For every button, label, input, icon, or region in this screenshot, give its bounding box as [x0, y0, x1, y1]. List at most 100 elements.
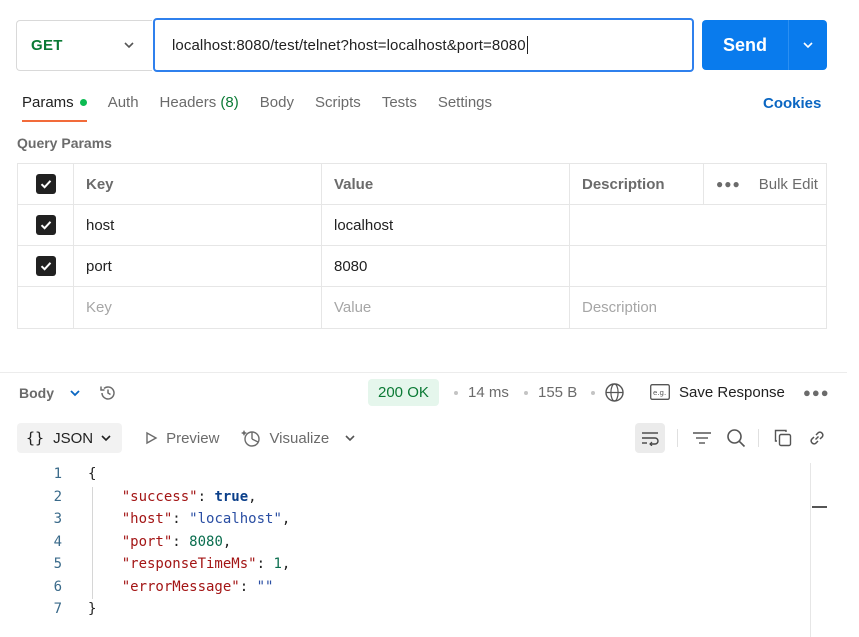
query-params-table: Key Value Description ●●● Bulk Edit host … — [17, 163, 827, 329]
toolbar-separator — [677, 429, 678, 447]
separator-dot — [524, 391, 528, 395]
url-text: localhost:8080/test/telnet?host=localhos… — [172, 36, 526, 54]
row-checkbox-cell — [18, 287, 74, 328]
param-value-cell[interactable]: 8080 — [322, 246, 570, 286]
link-icon — [810, 431, 824, 445]
code-source: "success": true, — [88, 486, 257, 509]
tab-label: Auth — [107, 94, 139, 111]
tab-scripts[interactable]: Scripts — [315, 90, 361, 122]
code-line: 4 "port": 8080, — [0, 531, 810, 554]
column-header-key: Key — [74, 164, 322, 204]
scrollbar-track[interactable] — [810, 463, 827, 637]
status-badge[interactable]: 200 OK — [368, 379, 439, 406]
param-key-cell[interactable]: host — [74, 205, 322, 245]
tab-headers[interactable]: Headers (8) — [160, 90, 239, 122]
code-source: "errorMessage": "" — [88, 576, 274, 599]
param-description-cell[interactable] — [570, 246, 826, 286]
more-icon: ●●● — [716, 177, 741, 191]
new-key-input[interactable]: Key — [74, 287, 322, 328]
json-colon: : — [172, 533, 190, 550]
chevron-down-icon[interactable] — [68, 386, 82, 400]
url-input[interactable]: localhost:8080/test/telnet?host=localhos… — [153, 18, 694, 72]
tab-params[interactable]: Params — [22, 90, 87, 122]
visualize-button[interactable]: Visualize — [241, 428, 329, 448]
select-all-checkbox[interactable] — [35, 174, 56, 194]
send-button-group: Send — [702, 20, 827, 70]
copy-button[interactable] — [773, 428, 793, 448]
code-line: 3 "host": "localhost", — [0, 508, 810, 531]
line-number: 2 — [53, 488, 62, 505]
param-key-cell[interactable]: port — [74, 246, 322, 286]
gutter-gap — [62, 486, 88, 509]
bulk-edit-button[interactable]: ●●● Bulk Edit — [704, 164, 826, 204]
response-body-label: Body — [19, 385, 54, 401]
svg-text:e.g.: e.g. — [653, 389, 666, 397]
line-number: 6 — [53, 578, 62, 595]
tab-label: Body — [259, 94, 294, 111]
wrap-lines-icon — [642, 432, 659, 446]
line-number: 3 — [53, 511, 62, 527]
separator-dot — [591, 391, 595, 395]
save-response-button[interactable]: Save Response — [679, 379, 785, 406]
headers-count: (8) — [220, 94, 239, 111]
gutter-gap — [62, 553, 88, 576]
json-key: "responseTimeMs" — [121, 556, 257, 572]
json-colon: : — [197, 488, 215, 505]
response-divider[interactable] — [0, 372, 847, 373]
toolbar-separator — [758, 429, 759, 447]
tab-tests[interactable]: Tests — [382, 90, 417, 122]
json-value: 8080 — [189, 533, 223, 550]
line-number: 4 — [53, 533, 62, 550]
preview-button[interactable]: Preview — [144, 430, 219, 447]
format-label: JSON — [53, 429, 94, 447]
separator-dot — [454, 391, 458, 395]
send-button[interactable]: Send — [702, 35, 788, 56]
braces-icon: {} — [26, 429, 45, 447]
method-label: GET — [31, 37, 63, 54]
param-checkbox[interactable] — [35, 215, 56, 235]
code-source: "responseTimeMs": 1, — [88, 553, 291, 576]
text-cursor — [526, 36, 528, 54]
code-source: "host": "localhost", — [88, 508, 291, 531]
row-checkbox-cell — [18, 205, 74, 245]
scrollbar-thumb[interactable] — [812, 506, 827, 508]
new-description-input[interactable]: Description — [570, 287, 826, 328]
chevron-down-icon[interactable] — [343, 431, 357, 445]
method-selector[interactable]: GET — [16, 20, 152, 71]
json-value: 1 — [273, 556, 282, 572]
response-size[interactable]: 155 B — [538, 379, 577, 406]
param-checkbox[interactable] — [35, 256, 56, 276]
param-description-cell[interactable] — [570, 205, 826, 245]
tab-body[interactable]: Body — [260, 90, 294, 122]
response-time[interactable]: 14 ms — [468, 379, 509, 406]
wrap-lines-button[interactable] — [635, 423, 665, 453]
globe-icon[interactable] — [604, 382, 625, 403]
tab-settings[interactable]: Settings — [438, 90, 492, 122]
visualize-icon — [241, 430, 261, 447]
new-value-input[interactable]: Value — [322, 287, 570, 328]
table-row: host localhost — [18, 205, 826, 246]
code-line: 2 "success": true, — [0, 486, 810, 509]
json-value: "localhost" — [189, 511, 282, 527]
cookies-link[interactable]: Cookies — [763, 95, 821, 112]
format-selector[interactable]: {} JSON — [17, 423, 123, 453]
json-comma: , — [281, 511, 291, 527]
more-icon[interactable]: ●●● — [803, 379, 830, 406]
search-button[interactable] — [726, 428, 746, 448]
chevron-down-icon — [124, 42, 134, 49]
tab-auth[interactable]: Auth — [108, 90, 139, 122]
link-button[interactable] — [807, 428, 827, 448]
param-value-cell[interactable]: localhost — [322, 205, 570, 245]
filter-button[interactable] — [692, 430, 712, 446]
response-code-viewer[interactable]: 1{2 "success": true, 3 "host": "localhost… — [0, 463, 810, 621]
preview-label: Preview — [166, 429, 220, 447]
select-all-cell — [18, 164, 74, 204]
history-icon[interactable] — [98, 383, 118, 403]
json-key: "success" — [121, 488, 198, 505]
send-options-button[interactable] — [789, 20, 827, 70]
code-source: "port": 8080, — [88, 531, 232, 554]
json-value: "" — [256, 578, 274, 595]
gutter-gap — [62, 598, 88, 621]
